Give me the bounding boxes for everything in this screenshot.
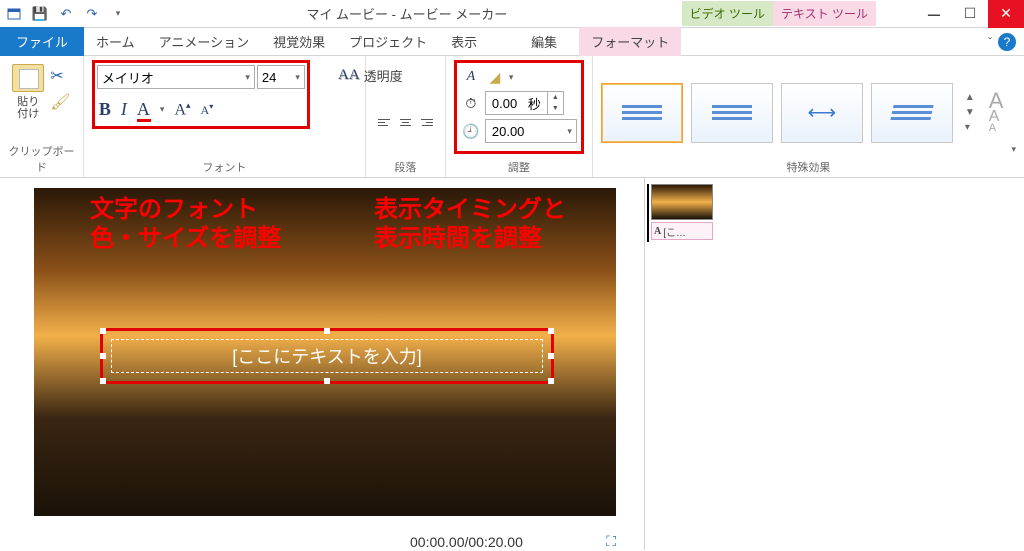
duration-value: 20.00 <box>486 124 531 139</box>
caption-clip-label: [こ… <box>663 224 686 239</box>
resize-handle[interactable] <box>548 328 554 334</box>
resize-handle[interactable] <box>100 353 106 359</box>
video-preview[interactable]: 文字のフォント 色・サイズを調整 表示タイミングと 表示時間を調整 [ここにテキ… <box>34 188 616 516</box>
playhead[interactable] <box>647 184 649 242</box>
contextual-tab-text[interactable]: テキスト ツール <box>773 1 876 26</box>
caption-clip-icon: A <box>654 226 661 237</box>
annotation-timing: 表示タイミングと 表示時間を調整 <box>374 196 566 254</box>
annotation-box-timing: A ◢ ▾ ⏱ 0.00 秒 ▲▼ 🕘 20.00 ▾ <box>454 60 584 154</box>
save-icon[interactable]: 💾 <box>30 4 50 24</box>
grow-font-button[interactable]: A▴ <box>174 100 190 119</box>
caption-placeholder: [ここにテキストを入力] <box>232 343 421 369</box>
tab-home[interactable]: ホーム <box>84 27 147 56</box>
group-clipboard: 貼り 付け ✂ 🖌 クリップボード <box>0 56 84 177</box>
effect-zoom[interactable] <box>871 83 953 143</box>
group-label-effects: 特殊効果 <box>601 155 1016 175</box>
align-left-button[interactable] <box>374 113 394 133</box>
resize-handle[interactable] <box>324 378 330 384</box>
tab-edit[interactable]: 編集 <box>519 27 569 56</box>
align-right-button[interactable] <box>417 113 437 133</box>
effect-scroll[interactable] <box>691 83 773 143</box>
start-time-unit: 秒 <box>528 94 547 113</box>
font-name-combo[interactable]: メイリオ ▾ <box>97 65 255 89</box>
resize-handle[interactable] <box>324 328 330 334</box>
annotation-box-font: メイリオ ▾ 24 ▾ B I A ▾ A▴ A▾ <box>92 60 310 129</box>
workspace: 文字のフォント 色・サイズを調整 表示タイミングと 表示時間を調整 [ここにテキ… <box>0 178 1024 550</box>
text-fill-icon[interactable]: ◢ <box>485 67 505 87</box>
font-size-value: 24 <box>262 70 276 85</box>
transparency-label[interactable]: 透明度 <box>364 66 403 85</box>
app-menu-icon[interactable] <box>4 4 24 24</box>
outline-effects-icon[interactable]: AAA <box>989 92 1004 134</box>
group-font: メイリオ ▾ 24 ▾ B I A ▾ A▴ A▾ <box>84 56 366 177</box>
group-label-font: フォント <box>92 155 357 175</box>
chevron-down-icon: ▾ <box>563 126 576 137</box>
contextual-tab-video[interactable]: ビデオ ツール <box>682 1 773 26</box>
italic-button[interactable]: I <box>121 99 127 120</box>
font-name-value: メイリオ <box>102 68 154 87</box>
effect-stretch[interactable]: ⟷ <box>781 83 863 143</box>
font-color-button[interactable]: A <box>137 99 150 120</box>
format-painter-icon[interactable]: 🖌 <box>50 92 70 112</box>
fullscreen-icon[interactable]: ⛶ <box>606 533 616 550</box>
duration-icon: 🕘 <box>461 121 481 141</box>
font-size-combo[interactable]: 24 ▾ <box>257 65 305 89</box>
spinner-down-icon[interactable]: ▼ <box>548 103 563 114</box>
ribbon-tabs: ファイル ホーム アニメーション 視覚効果 プロジェクト 表示 編集 フォーマッ… <box>0 28 1024 56</box>
tab-file[interactable]: ファイル <box>0 27 84 56</box>
redo-icon[interactable]: ↷ <box>82 4 102 24</box>
start-time-field[interactable]: 0.00 秒 ▲▼ <box>485 91 564 115</box>
group-effects: ⟷ ▲▼▾ AAA ▾ 特殊効果 <box>593 56 1024 177</box>
storyboard: A [こ… <box>644 178 1024 550</box>
group-label-timing: 調整 <box>454 155 584 175</box>
resize-handle[interactable] <box>548 353 554 359</box>
tab-animation[interactable]: アニメーション <box>147 27 261 56</box>
quick-access-toolbar: 💾 ↶ ↷ ▾ <box>0 4 132 24</box>
annotation-font: 文字のフォント 色・サイズを調整 <box>90 196 281 254</box>
group-label-paragraph: 段落 <box>374 155 437 175</box>
clip-thumbnail[interactable] <box>651 184 713 220</box>
effect-none[interactable] <box>601 83 683 143</box>
chevron-down-icon: ▾ <box>245 72 250 83</box>
tab-format[interactable]: フォーマット <box>579 27 681 56</box>
minimize-button[interactable]: ‒ <box>916 0 952 28</box>
start-time-value: 0.00 <box>486 96 528 111</box>
maximize-button[interactable]: ☐ <box>952 0 988 28</box>
preview-pane: 文字のフォント 色・サイズを調整 表示タイミングと 表示時間を調整 [ここにテキ… <box>0 178 644 550</box>
start-time-icon: ⏱ <box>461 93 481 113</box>
align-center-button[interactable] <box>396 113 416 133</box>
tab-visual[interactable]: 視覚効果 <box>261 27 337 56</box>
qat-dropdown-icon[interactable]: ▾ <box>108 4 128 24</box>
chevron-down-icon: ▾ <box>295 72 300 83</box>
group-label-clipboard: クリップボード <box>8 139 75 175</box>
ribbon: 貼り 付け ✂ 🖌 クリップボード メイリオ ▾ 24 <box>0 56 1024 178</box>
resize-handle[interactable] <box>100 328 106 334</box>
duration-field[interactable]: 20.00 ▾ <box>485 119 577 143</box>
group-timing: A ◢ ▾ ⏱ 0.00 秒 ▲▼ 🕘 20.00 ▾ <box>446 56 593 177</box>
caption-clip[interactable]: A [こ… <box>651 222 713 240</box>
transparency-icon[interactable]: AA <box>338 67 360 84</box>
paste-button-label[interactable]: 貼り 付け <box>17 96 39 120</box>
cut-icon[interactable]: ✂ <box>50 66 70 86</box>
edit-text-icon[interactable]: A <box>461 67 481 87</box>
caption-text-box[interactable]: [ここにテキストを入力] <box>100 328 554 384</box>
resize-handle[interactable] <box>548 378 554 384</box>
resize-handle[interactable] <box>100 378 106 384</box>
window-title: マイ ムービー - ムービー メーカー <box>132 4 682 23</box>
tab-project[interactable]: プロジェクト <box>337 27 439 56</box>
undo-icon[interactable]: ↶ <box>56 4 76 24</box>
tab-view[interactable]: 表示 <box>439 27 489 56</box>
spinner-up-icon[interactable]: ▲ <box>548 92 563 103</box>
ribbon-collapse-icon[interactable]: ˇ <box>988 35 992 49</box>
time-readout: 00:00.00/00:20.00 <box>410 534 523 550</box>
paste-icon[interactable] <box>12 64 44 92</box>
effects-gallery-nav[interactable]: ▲▼▾ <box>961 92 975 133</box>
bold-button[interactable]: B <box>99 99 111 120</box>
help-icon[interactable]: ? <box>998 33 1016 51</box>
shrink-font-button[interactable]: A▾ <box>201 102 214 118</box>
close-button[interactable]: ✕ <box>988 0 1024 28</box>
title-bar: 💾 ↶ ↷ ▾ マイ ムービー - ムービー メーカー ビデオ ツール テキスト… <box>0 0 1024 28</box>
